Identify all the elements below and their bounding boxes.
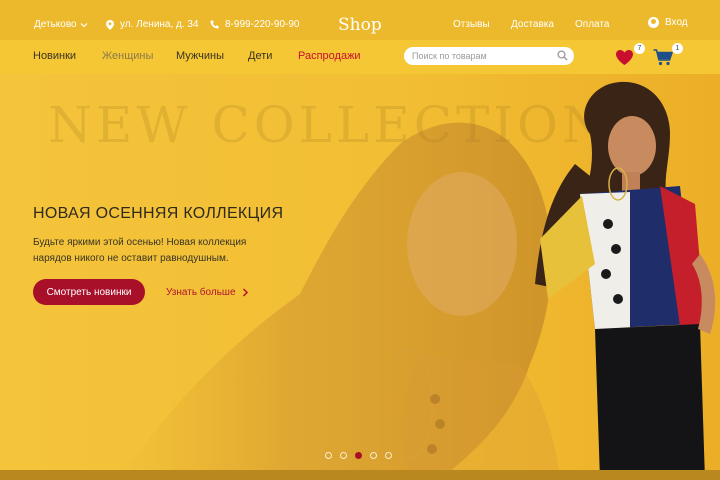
learn-more-label: Узнать больше bbox=[166, 287, 236, 298]
learn-more-link[interactable]: Узнать больше bbox=[166, 287, 249, 298]
nav-item-sale[interactable]: Распродажи bbox=[298, 50, 361, 62]
cart-icon bbox=[653, 49, 673, 66]
search-box bbox=[404, 47, 574, 65]
favorites-count-badge: 7 bbox=[634, 43, 645, 54]
phone-icon bbox=[210, 20, 219, 29]
location-pin-icon bbox=[106, 19, 114, 30]
address: ул. Ленина, д. 34 bbox=[106, 19, 199, 30]
phone[interactable]: 8-999-220-90-90 bbox=[210, 19, 300, 30]
logo[interactable]: Shop bbox=[338, 15, 382, 35]
hero-title: НОВАЯ ОСЕННЯЯ КОЛЛЕКЦИЯ bbox=[33, 205, 284, 222]
phone-number: 8-999-220-90-90 bbox=[225, 19, 300, 30]
slider-dot[interactable] bbox=[340, 452, 347, 459]
view-new-button[interactable]: Смотреть новинки bbox=[33, 279, 145, 305]
hero-banner: NEW COLLECTION НОВАЯ ОСЕННЯЯ КОЛЛЕКЦИЯ Б… bbox=[0, 74, 720, 480]
slider-dot[interactable] bbox=[325, 452, 332, 459]
nav-item-men[interactable]: Мужчины bbox=[176, 50, 224, 62]
chevron-right-icon bbox=[242, 288, 248, 297]
link-reviews[interactable]: Отзывы bbox=[453, 19, 490, 30]
city-selector[interactable]: Детьково bbox=[34, 19, 88, 30]
search-input[interactable] bbox=[412, 49, 552, 63]
nav-item-women[interactable]: Женщины bbox=[102, 50, 153, 62]
cart-count-badge: 1 bbox=[672, 43, 683, 54]
cart-button[interactable]: 1 bbox=[653, 43, 683, 71]
slider-dot[interactable] bbox=[355, 452, 362, 459]
search-icon[interactable] bbox=[557, 50, 568, 61]
login-label: Вход bbox=[665, 17, 688, 28]
city-label: Детьково bbox=[34, 19, 77, 30]
slider-dot[interactable] bbox=[370, 452, 377, 459]
hero-model-photo bbox=[535, 81, 716, 480]
chevron-down-icon bbox=[80, 22, 88, 27]
hero-description: Будьте яркими этой осенью! Новая коллекц… bbox=[33, 237, 247, 264]
slider-dot[interactable] bbox=[385, 452, 392, 459]
top-bar: Детьково ул. Ленина, д. 34 8-999-220-90-… bbox=[0, 0, 720, 40]
slider-dots bbox=[325, 452, 392, 459]
link-payment[interactable]: Оплата bbox=[575, 19, 609, 30]
login-button[interactable]: Вход bbox=[648, 17, 688, 28]
main-nav: Новинки Женщины Мужчины Дети Распродажи bbox=[0, 40, 720, 74]
heart-icon bbox=[616, 50, 633, 65]
link-delivery[interactable]: Доставка bbox=[511, 19, 554, 30]
nav-item-new[interactable]: Новинки bbox=[33, 50, 76, 62]
favorites-button[interactable]: 7 bbox=[615, 43, 645, 71]
hero-bottom-strip bbox=[0, 470, 720, 480]
user-icon bbox=[648, 17, 659, 28]
nav-item-kids[interactable]: Дети bbox=[248, 50, 272, 62]
address-text: ул. Ленина, д. 34 bbox=[120, 19, 199, 30]
